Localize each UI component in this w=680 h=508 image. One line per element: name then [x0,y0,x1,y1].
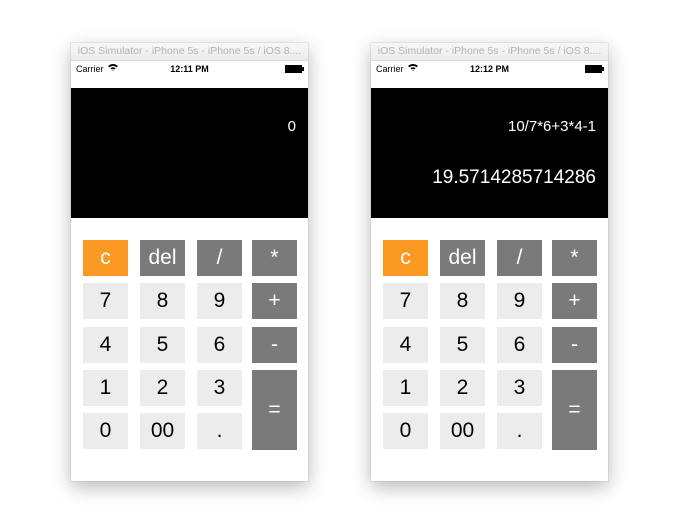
clear-button[interactable]: c [383,240,428,276]
digit-4-button[interactable]: 4 [383,327,428,363]
multiply-button[interactable]: * [552,240,597,276]
digit-3-button[interactable]: 3 [497,370,542,406]
digit-6-button[interactable]: 6 [497,327,542,363]
digit-0-button[interactable]: 0 [383,413,428,449]
plus-button[interactable]: + [252,283,297,319]
calculator-display: 10/7*6+3*4-1 19.5714285714286 [371,88,608,218]
digit-2-button[interactable]: 2 [440,370,485,406]
equals-button[interactable]: = [252,370,297,450]
display-expression: 0 [287,118,296,135]
window-title: iOS Simulator - iPhone 5s - iPhone 5s / … [71,43,308,61]
delete-button[interactable]: del [440,240,485,276]
delete-button[interactable]: del [140,240,185,276]
status-bar: Carrier 12:11 PM [71,61,308,77]
digit-4-button[interactable]: 4 [83,327,128,363]
digit-1-button[interactable]: 1 [383,370,428,406]
digit-2-button[interactable]: 2 [140,370,185,406]
battery-icon [585,65,604,73]
digit-5-button[interactable]: 5 [140,327,185,363]
simulator-window-left: iOS Simulator - iPhone 5s - iPhone 5s / … [71,43,308,481]
status-bar: Carrier 12:12 PM [371,61,608,77]
digit-5-button[interactable]: 5 [440,327,485,363]
minus-button[interactable]: - [252,327,297,363]
digit-0-button[interactable]: 0 [83,413,128,449]
digit-9-button[interactable]: 9 [197,283,242,319]
calculator-display: 0 [71,88,308,218]
status-time: 12:11 PM [170,64,209,74]
display-result: 19.5714285714286 [432,167,596,188]
digit-1-button[interactable]: 1 [83,370,128,406]
digit-7-button[interactable]: 7 [383,283,428,319]
status-time: 12:12 PM [469,64,510,74]
window-title: iOS Simulator - iPhone 5s - iPhone 5s / … [371,43,608,61]
digit-8-button[interactable]: 8 [440,283,485,319]
battery-icon [285,65,304,73]
double-zero-button[interactable]: 00 [140,413,185,449]
digit-3-button[interactable]: 3 [197,370,242,406]
digit-7-button[interactable]: 7 [83,283,128,319]
digit-8-button[interactable]: 8 [140,283,185,319]
double-zero-button[interactable]: 00 [440,413,485,449]
multiply-button[interactable]: * [252,240,297,276]
decimal-button[interactable]: . [497,413,542,449]
decimal-button[interactable]: . [197,413,242,449]
clear-button[interactable]: c [83,240,128,276]
minus-button[interactable]: - [552,327,597,363]
digit-6-button[interactable]: 6 [197,327,242,363]
simulator-window-right: iOS Simulator - iPhone 5s - iPhone 5s / … [371,43,608,481]
digit-9-button[interactable]: 9 [497,283,542,319]
plus-button[interactable]: + [552,283,597,319]
equals-button[interactable]: = [552,370,597,450]
divide-button[interactable]: / [497,240,542,276]
display-expression: 10/7*6+3*4-1 [508,118,596,135]
divide-button[interactable]: / [197,240,242,276]
